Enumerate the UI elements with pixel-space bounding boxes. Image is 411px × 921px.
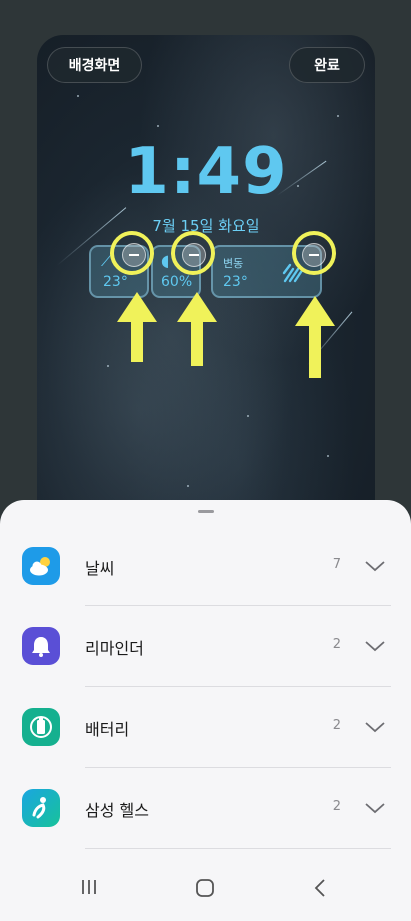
star <box>337 115 339 117</box>
star <box>77 95 79 97</box>
divider <box>85 848 391 849</box>
highlight-circle <box>171 231 215 275</box>
widget-item-weather[interactable]: 날씨 7 <box>0 525 411 605</box>
star <box>157 125 159 127</box>
star <box>247 415 249 417</box>
recent-apps-icon[interactable] <box>80 878 98 896</box>
widget-item-label: 삼성 헬스 <box>85 801 149 820</box>
chevron-down-icon[interactable] <box>364 716 386 738</box>
widget-label: 변동 <box>223 257 244 270</box>
star <box>187 485 189 487</box>
widget-item-reminder[interactable]: 리마인더 2 <box>0 605 411 685</box>
lockscreen-preview: 배경화면 완료 1:49 7월 15일 화요일 ⟋ 23° ◖ 60% 변동 2… <box>37 35 375 535</box>
highlight-circle <box>292 231 336 275</box>
widget-value: 60% <box>161 274 193 290</box>
widget-item-label: 리마인더 <box>85 639 144 658</box>
widget-item-label: 배터리 <box>85 720 130 739</box>
arrow-up-icon <box>117 292 157 362</box>
widget-value: 23° <box>103 274 128 290</box>
widget-item-count: 2 <box>332 799 341 814</box>
wallpaper-button[interactable]: 배경화면 <box>47 47 142 83</box>
widget-item-count: 7 <box>332 557 341 572</box>
lockscreen-clock[interactable]: 1:49 <box>37 140 375 204</box>
highlight-circle <box>110 231 154 275</box>
arrow-up-icon <box>177 292 217 366</box>
done-button[interactable]: 완료 <box>289 47 365 83</box>
navigation-bar <box>0 850 411 921</box>
star <box>327 455 329 457</box>
chevron-down-icon[interactable] <box>364 797 386 819</box>
home-icon[interactable] <box>195 878 215 898</box>
sheet-handle[interactable] <box>198 510 214 513</box>
widget-item-count: 2 <box>332 637 341 652</box>
arrow-up-icon <box>295 296 335 378</box>
widget-value: 23° <box>223 274 248 290</box>
chevron-down-icon[interactable] <box>364 635 386 657</box>
weather-humidity-icon: ◖ <box>161 251 170 270</box>
widget-item-label: 날씨 <box>85 559 115 578</box>
weather-app-icon <box>22 547 60 585</box>
widget-item-samsung-health[interactable]: 삼성 헬스 2 <box>0 767 411 847</box>
battery-app-icon <box>22 708 60 746</box>
back-icon[interactable] <box>312 878 328 898</box>
chevron-down-icon[interactable] <box>364 555 386 577</box>
widget-item-count: 2 <box>332 718 341 733</box>
widget-item-battery[interactable]: 배터리 2 <box>0 686 411 766</box>
star <box>107 365 109 367</box>
samsung-health-app-icon <box>22 789 60 827</box>
reminder-app-icon <box>22 627 60 665</box>
